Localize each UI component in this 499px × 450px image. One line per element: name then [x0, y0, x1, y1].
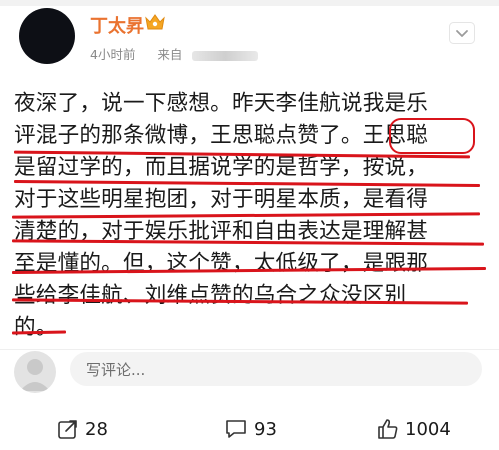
- post-time: 4小时前: [90, 47, 136, 62]
- repost-count: 28: [85, 418, 108, 440]
- comment-count: 93: [254, 418, 277, 440]
- divider: [0, 349, 499, 350]
- chevron-down-icon[interactable]: [449, 22, 475, 44]
- thumbs-up-icon: [378, 419, 398, 439]
- comment-input[interactable]: 写评论...: [70, 352, 482, 386]
- post-line: 些给李佳航、刘维点赞的乌合之众没区别: [14, 283, 407, 308]
- top-edge: [0, 0, 499, 6]
- post-line: 夜深了，说一下感想。昨天李佳航说我是乐: [14, 91, 429, 116]
- username[interactable]: 丁太昇: [90, 12, 144, 37]
- post-line: 对于这些明星抱团，对于明星本质，是看得: [14, 187, 429, 212]
- comment-icon: [226, 420, 246, 438]
- repost-button[interactable]: 28: [57, 418, 108, 444]
- user-avatar[interactable]: [19, 8, 75, 64]
- post-source-label: 来自: [157, 47, 183, 62]
- blurred-source: [192, 50, 259, 61]
- post-meta: 4小时前 来自: [90, 44, 259, 62]
- like-button[interactable]: 1004: [377, 418, 451, 444]
- post-line: 至是懂的。但，这个赞，太低级了，是跟那: [14, 251, 429, 276]
- highlight-circle: [389, 118, 475, 154]
- default-avatar-icon: [20, 359, 50, 391]
- comment-placeholder: 写评论...: [86, 361, 146, 379]
- vip-badge-icon: [145, 14, 165, 30]
- like-count: 1004: [405, 418, 451, 440]
- repost-icon: [58, 420, 77, 439]
- comment-button[interactable]: 93: [224, 418, 277, 444]
- post-line: 的。: [14, 315, 58, 340]
- comment-avatar: [14, 351, 56, 393]
